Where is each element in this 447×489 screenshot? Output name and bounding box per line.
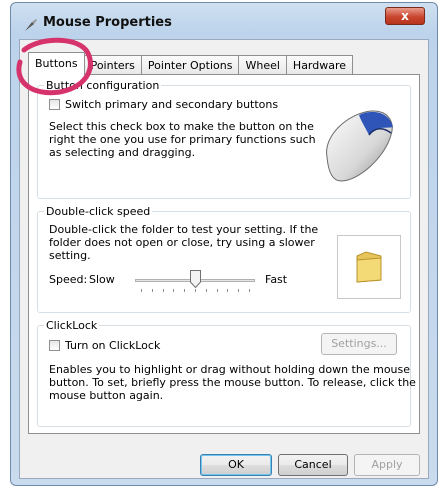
- test-folder-box[interactable]: [337, 235, 401, 299]
- button-config-description-line3: as selecting and dragging.: [49, 146, 196, 159]
- tab-wheel[interactable]: Wheel: [238, 55, 287, 75]
- mouse-properties-window: Mouse Properties x Buttons Pointers Poin…: [10, 2, 438, 486]
- fast-label: Fast: [265, 273, 288, 286]
- slider-tick: [238, 289, 240, 292]
- slider-tick: [205, 289, 207, 292]
- clicklock-label[interactable]: Turn on ClickLock: [65, 339, 160, 352]
- clicklock-description-line3: mouse button again.: [49, 389, 164, 402]
- speed-slider-thumb[interactable]: [189, 270, 201, 288]
- slider-tick: [184, 289, 186, 292]
- slider-tick: [195, 289, 196, 292]
- switch-buttons-label[interactable]: Switch primary and secondary buttons: [65, 98, 278, 111]
- double-click-description-line1: Double-click the folder to test your set…: [49, 223, 319, 236]
- slider-tick: [141, 289, 142, 292]
- clicklock-settings-button[interactable]: Settings...: [321, 333, 397, 355]
- clicklock-description-line2: button. To set, briefly press the mouse …: [49, 376, 416, 389]
- dialog-client-area: Buttons Pointers Pointer Options Wheel H…: [19, 39, 429, 479]
- switch-buttons-checkbox[interactable]: [49, 99, 60, 110]
- tab-pointer-options[interactable]: Pointer Options: [140, 55, 240, 75]
- cancel-button[interactable]: Cancel: [278, 454, 348, 476]
- ok-button[interactable]: OK: [200, 454, 272, 476]
- double-click-description-line3: setting.: [49, 249, 91, 262]
- button-config-description-line1: Select this check box to make the button…: [49, 120, 314, 133]
- double-click-speed-legend: Double-click speed: [46, 205, 151, 218]
- slider-tick: [151, 289, 153, 292]
- slow-label: Slow: [89, 273, 115, 286]
- tab-buttons[interactable]: Buttons: [28, 52, 85, 75]
- clicklock-checkbox[interactable]: [49, 340, 60, 351]
- clicklock-legend: ClickLock: [46, 319, 98, 332]
- tab-hardware[interactable]: Hardware: [285, 55, 354, 75]
- slider-tick: [173, 289, 175, 292]
- apply-button[interactable]: Apply: [354, 454, 420, 476]
- speed-label: Speed:: [49, 273, 88, 286]
- slider-tick: [162, 289, 164, 292]
- double-click-description-line2: folder does not open or close, try using…: [49, 236, 315, 249]
- buttons-tab-panel: Button configuration Switch primary and …: [28, 74, 420, 434]
- mouse-image-icon: [326, 110, 393, 182]
- folder-icon: [356, 251, 382, 283]
- slider-tick: [249, 289, 250, 292]
- mouse-pointer-icon: [25, 19, 37, 31]
- button-config-description-line2: right the one you use for primary functi…: [49, 133, 316, 146]
- tab-strip: Buttons Pointers Pointer Options Wheel H…: [28, 52, 354, 75]
- clicklock-description-line1: Enables you to highlight or drag without…: [49, 363, 411, 376]
- close-button[interactable]: x: [385, 7, 425, 25]
- button-configuration-legend: Button configuration: [46, 79, 160, 92]
- tab-pointers[interactable]: Pointers: [83, 55, 142, 75]
- slider-tick: [216, 289, 218, 292]
- slider-tick: [227, 289, 229, 292]
- window-title: Mouse Properties: [43, 15, 172, 30]
